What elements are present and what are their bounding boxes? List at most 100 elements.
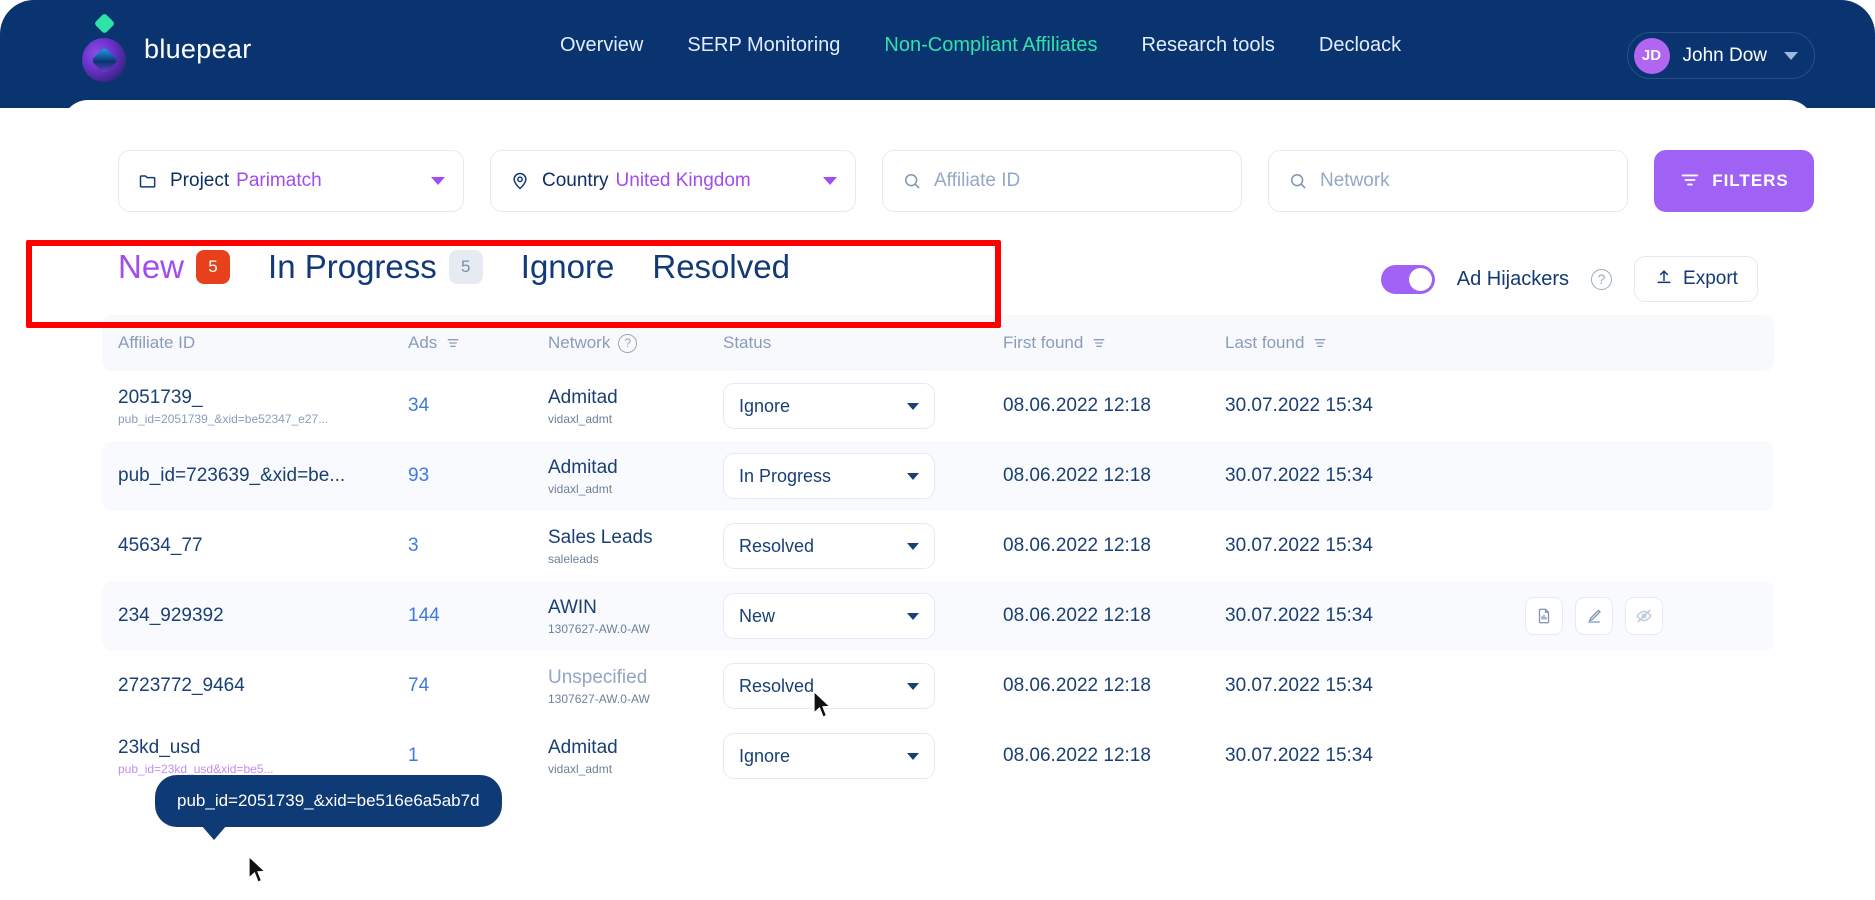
project-filter-label: Project xyxy=(170,170,230,191)
filters-button-label: FILTERS xyxy=(1712,171,1789,190)
affiliate-id-search[interactable]: Affiliate ID xyxy=(882,150,1242,212)
hide-button[interactable] xyxy=(1625,597,1663,635)
country-filter-value: United Kingdom xyxy=(615,170,751,191)
cell-status: Resolved xyxy=(723,663,1003,709)
tab-resolved-label: Resolved xyxy=(652,248,790,285)
cell-affiliate-id[interactable]: 234_929392 xyxy=(118,605,408,627)
cell-network: AWIN 1307627-AW.0-AW xyxy=(548,596,650,636)
cell-last-found: 30.07.2022 15:34 xyxy=(1225,465,1373,486)
help-icon[interactable]: ? xyxy=(1591,268,1612,290)
chevron-down-icon xyxy=(907,612,919,620)
nav-item-non-compliant-affiliates[interactable]: Non-Compliant Affiliates xyxy=(884,34,1097,57)
table-row[interactable]: 2723772_9464 74 Unspecified 1307627-AW.0… xyxy=(102,651,1774,721)
network-placeholder: Network xyxy=(1320,170,1390,191)
cell-first-found: 08.06.2022 12:18 xyxy=(1003,745,1151,766)
network-search[interactable]: Network xyxy=(1268,150,1628,212)
row-action-buttons xyxy=(1525,597,1740,635)
column-header-status: Status xyxy=(723,333,772,352)
sort-icon xyxy=(445,335,461,351)
cell-affiliate-id[interactable]: 2051739_ pub_id=2051739_&xid=be52347_e27… xyxy=(118,387,408,426)
user-menu[interactable]: JD John Dow xyxy=(1626,32,1815,79)
orb-icon xyxy=(82,38,126,82)
cell-affiliate-id[interactable]: pub_id=723639_&xid=be... xyxy=(118,465,408,487)
cell-status: In Progress xyxy=(723,453,1003,499)
brand-name: bluepear xyxy=(144,33,252,64)
cell-status: Resolved xyxy=(723,523,1003,569)
brand-logo[interactable]: bluepear xyxy=(78,12,252,82)
status-dropdown[interactable]: Ignore xyxy=(723,733,935,779)
chevron-down-icon xyxy=(907,542,919,550)
cell-first-found: 08.06.2022 12:18 xyxy=(1003,675,1151,696)
tab-new-label: New xyxy=(118,248,185,285)
search-icon xyxy=(1287,170,1309,192)
cell-ads[interactable]: 3 xyxy=(408,535,548,557)
project-filter[interactable]: Project Parimatch xyxy=(118,150,464,212)
user-name: John Dow xyxy=(1682,44,1768,66)
cell-network: Unspecified 1307627-AW.0-AW xyxy=(548,666,650,706)
affiliates-table: Affiliate ID Ads Network ? Status First … xyxy=(102,315,1774,791)
tab-resolved[interactable]: Resolved xyxy=(652,248,790,286)
cell-ads[interactable]: 34 xyxy=(408,395,548,417)
cell-first-found: 08.06.2022 12:18 xyxy=(1003,465,1151,486)
nav-item-decloack[interactable]: Decloack xyxy=(1319,34,1401,57)
cell-ads[interactable]: 144 xyxy=(408,605,548,627)
table-row[interactable]: 2051739_ pub_id=2051739_&xid=be52347_e27… xyxy=(102,371,1774,441)
app-root: bluepear Overview SERP Monitoring Non-Co… xyxy=(0,0,1875,900)
export-button[interactable]: Export xyxy=(1634,256,1758,302)
status-dropdown[interactable]: Ignore xyxy=(723,383,935,429)
nav-item-research-tools[interactable]: Research tools xyxy=(1141,34,1274,57)
table-row[interactable]: pub_id=723639_&xid=be... 93 Admitad vida… xyxy=(102,441,1774,511)
cell-affiliate-id[interactable]: 45634_77 xyxy=(118,535,408,557)
tab-new[interactable]: New 5 xyxy=(118,248,231,286)
tab-ignore-label: Ignore xyxy=(520,248,615,285)
tab-in-progress-badge: 5 xyxy=(448,250,483,284)
folder-icon xyxy=(137,170,159,192)
affiliate-id-tooltip: pub_id=2051739_&xid=be516e6a5ab7d xyxy=(155,775,502,840)
cell-first-found: 08.06.2022 12:18 xyxy=(1003,395,1151,416)
column-header-first-found[interactable]: First found xyxy=(1003,333,1225,353)
country-filter-label: Country xyxy=(542,170,609,191)
column-header-ads[interactable]: Ads xyxy=(408,333,548,353)
cell-last-found: 30.07.2022 15:34 xyxy=(1225,675,1373,696)
status-dropdown[interactable]: Resolved xyxy=(723,523,935,569)
help-icon[interactable]: ? xyxy=(618,333,638,353)
cell-ads[interactable]: 74 xyxy=(408,675,548,697)
edit-button[interactable] xyxy=(1575,597,1613,635)
chevron-down-icon xyxy=(1784,51,1798,60)
cell-first-found: 08.06.2022 12:18 xyxy=(1003,535,1151,556)
nav-item-overview[interactable]: Overview xyxy=(560,34,643,57)
status-dropdown[interactable]: New xyxy=(723,593,935,639)
chevron-down-icon xyxy=(907,472,919,480)
filter-lines-icon xyxy=(1679,169,1701,194)
column-header-last-found[interactable]: Last found xyxy=(1225,333,1525,353)
table-row[interactable]: 45634_77 3 Sales Leads saleleads Resolve… xyxy=(102,511,1774,581)
cell-status: Ignore xyxy=(723,383,1003,429)
tab-new-badge: 5 xyxy=(196,250,231,284)
cell-ads[interactable]: 1 xyxy=(408,745,548,767)
cell-affiliate-id[interactable]: 2723772_9464 xyxy=(118,675,408,697)
cell-affiliate-id[interactable]: 23kd_usd pub_id=23kd_usd&xid=be5... xyxy=(118,737,408,776)
table-row[interactable]: 234_929392 144 AWIN 1307627-AW.0-AW New … xyxy=(102,581,1774,651)
status-tabs: New 5 In Progress 5 Ignore Resolved xyxy=(118,248,790,286)
cell-status: New xyxy=(723,593,1003,639)
chevron-down-icon xyxy=(431,177,445,185)
main-nav: Overview SERP Monitoring Non-Compliant A… xyxy=(560,34,1401,57)
status-dropdown[interactable]: In Progress xyxy=(723,453,935,499)
nav-item-serp-monitoring[interactable]: SERP Monitoring xyxy=(687,34,840,57)
toggle-knob xyxy=(1408,267,1432,291)
table-header-row: Affiliate ID Ads Network ? Status First … xyxy=(102,315,1774,371)
tab-ignore[interactable]: Ignore xyxy=(521,248,615,286)
chevron-down-icon xyxy=(907,402,919,410)
sort-icon xyxy=(1312,335,1328,351)
tab-in-progress[interactable]: In Progress 5 xyxy=(268,248,483,286)
cell-ads[interactable]: 93 xyxy=(408,465,548,487)
location-pin-icon xyxy=(509,170,531,192)
export-button-label: Export xyxy=(1683,268,1738,289)
ad-hijackers-toggle[interactable] xyxy=(1380,264,1435,294)
filters-button[interactable]: FILTERS xyxy=(1654,150,1814,212)
country-filter[interactable]: Country United Kingdom xyxy=(490,150,856,212)
report-button[interactable] xyxy=(1525,597,1563,635)
avatar: JD xyxy=(1633,37,1670,74)
diamond-accent-icon xyxy=(93,12,116,35)
cell-network: Admitad vidaxl_admt xyxy=(548,456,618,496)
